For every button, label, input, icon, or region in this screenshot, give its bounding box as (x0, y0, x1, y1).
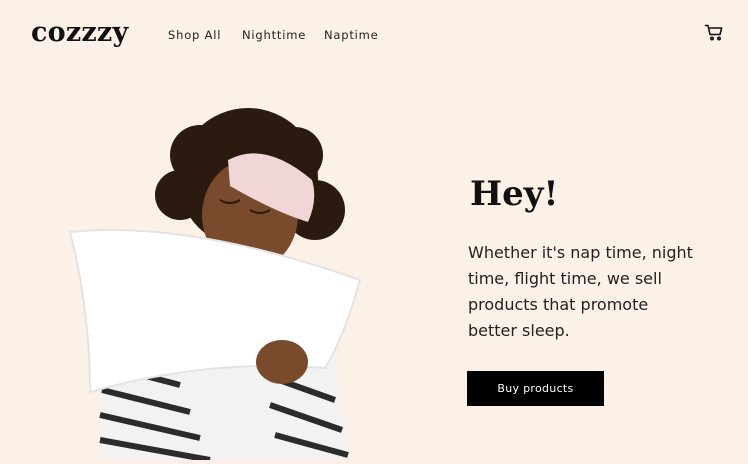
shopping-cart-icon[interactable] (704, 22, 724, 42)
hero-image (60, 100, 370, 463)
hero-title: Hey! (470, 174, 559, 214)
buy-products-button[interactable]: Buy products (467, 371, 604, 406)
logo[interactable]: cozzzy (31, 17, 128, 48)
hero-description: Whether it's nap time, night time, fligh… (468, 243, 693, 340)
nav-naptime[interactable]: Naptime (324, 28, 379, 42)
nav-shop-all[interactable]: Shop All (168, 28, 221, 42)
nav-nighttime[interactable]: Nighttime (242, 28, 306, 42)
